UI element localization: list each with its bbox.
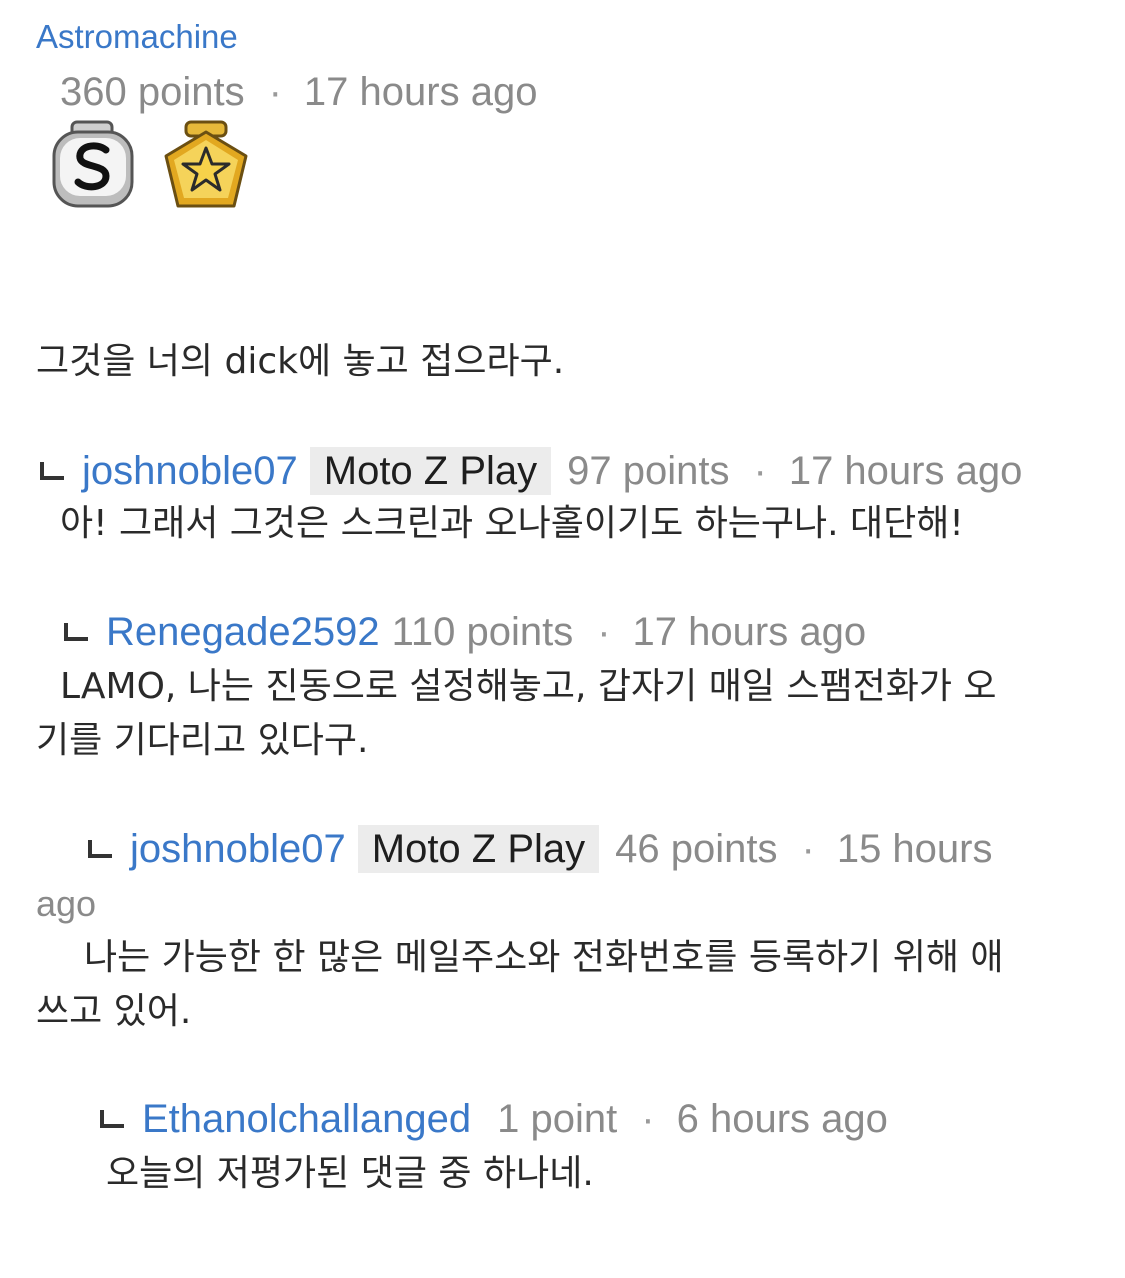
reply-arrow-icon xyxy=(64,623,88,641)
reply-body: 아! 그래서 그것은 스크린과 오나홀이기도 하는구나. 대단해! xyxy=(60,503,964,544)
device-flair: Moto Z Play xyxy=(357,825,600,873)
reply-header: joshnoble07 Moto Z Play 46 points · 15 hours xyxy=(88,825,993,873)
reply-author-link[interactable]: joshnoble07 xyxy=(82,449,298,493)
timestamp: 6 hours ago xyxy=(676,1097,888,1141)
points-label: 360 points xyxy=(60,70,245,114)
reply-body-line: 쓰고 있어. xyxy=(36,991,192,1032)
reply-arrow-icon xyxy=(100,1110,124,1128)
separator-dot: · xyxy=(641,1097,655,1141)
timestamp: 17 hours ago xyxy=(632,610,867,654)
timestamp: 17 hours ago xyxy=(303,70,538,114)
comment-body: 그것을 너의 dick에 놓고 접으라구. xyxy=(36,341,565,382)
reply-header: Renegade2592 110 points · 17 hours ago xyxy=(64,610,866,655)
separator-dot: · xyxy=(801,827,815,871)
points-label: 110 points xyxy=(391,610,574,654)
timestamp: 17 hours ago xyxy=(788,449,1023,493)
reply-body-line: 나는 가능한 한 많은 메일주소와 전화번호를 등록하기 위해 애 xyxy=(84,937,1004,978)
reply-arrow-icon xyxy=(40,462,64,480)
separator-dot: · xyxy=(597,610,611,654)
star-badge-icon xyxy=(164,120,248,208)
timestamp: 15 hours xyxy=(836,827,993,871)
points-label: 97 points xyxy=(567,449,730,493)
points-label: 1 point xyxy=(497,1097,618,1141)
reply-author-link[interactable]: Renegade2592 xyxy=(106,610,380,654)
s-badge-icon xyxy=(52,120,134,208)
reply-author-link[interactable]: joshnoble07 xyxy=(130,827,346,871)
timestamp-continued: ago xyxy=(36,883,97,924)
reply-body-line: LAMO, 나는 진동으로 설정해놓고, 갑자기 매일 스팸전화가 오 xyxy=(60,666,997,707)
comment-author-link[interactable]: Astromachine xyxy=(36,18,238,56)
reply-body-line: 기를 기다리고 있다구. xyxy=(36,720,369,761)
comment-meta: 360 points · 17 hours ago xyxy=(60,70,537,115)
separator-dot: · xyxy=(753,449,767,493)
user-badges xyxy=(48,120,268,216)
separator-dot: · xyxy=(268,70,282,114)
reply-body: 오늘의 저평가된 댓글 중 하나네. xyxy=(106,1153,594,1194)
points-label: 46 points xyxy=(615,827,778,871)
reply-author-link[interactable]: Ethanolchallanged xyxy=(142,1097,471,1141)
reply-header: Ethanolchallanged 1 point · 6 hours ago xyxy=(100,1097,888,1142)
device-flair: Moto Z Play xyxy=(309,447,552,495)
reply-arrow-icon xyxy=(88,840,112,858)
reply-header: joshnoble07 Moto Z Play 97 points · 17 hours… xyxy=(40,447,1022,495)
